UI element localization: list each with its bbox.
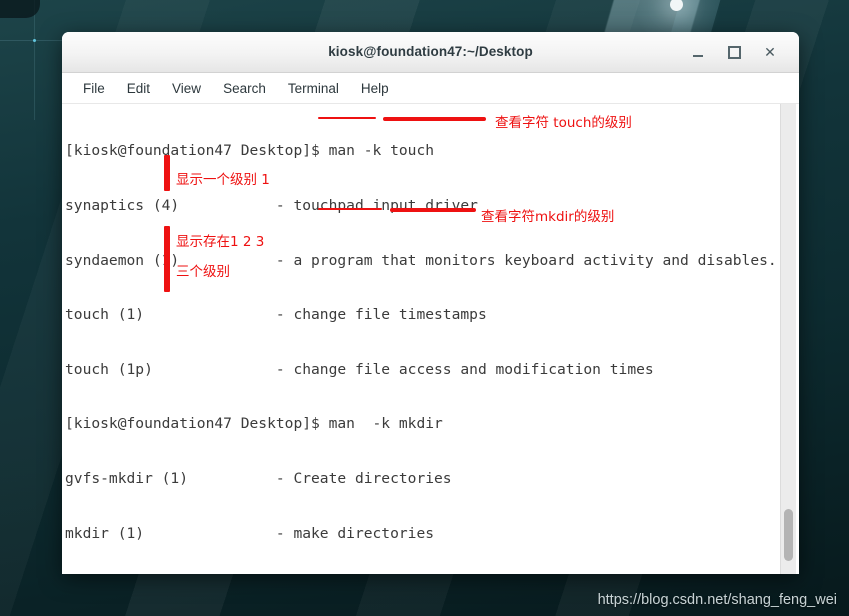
wallpaper-vertical-line: [34, 0, 35, 120]
terminal-line: [kiosk@foundation47 Desktop]$ man -k mkd…: [65, 415, 443, 433]
desktop-corner-badge: [0, 0, 40, 18]
annotation-pointer-touch: [383, 117, 486, 121]
terminal-line: syndaemon (1) - a program that monitors …: [65, 251, 795, 269]
terminal-line: touch (1) - change file timestamps: [65, 306, 487, 324]
menu-item-edit[interactable]: Edit: [116, 78, 161, 99]
annotation-mkdir-level: 查看字符mkdir的级别: [481, 209, 615, 225]
menu-item-search[interactable]: Search: [212, 78, 277, 99]
annotation-exists-123: 显示存在1 2 3: [176, 234, 265, 250]
annotation-pointer-mkdir: [390, 208, 476, 212]
maximize-button[interactable]: [725, 43, 743, 61]
maximize-icon: [727, 46, 741, 59]
watermark: https://blog.csdn.net/shang_feng_wei: [597, 592, 837, 608]
terminal-output: [kiosk@foundation47 Desktop]$ man -k tou…: [65, 106, 795, 574]
terminal-body[interactable]: [kiosk@foundation47 Desktop]$ man -k tou…: [62, 104, 799, 574]
menu-item-terminal[interactable]: Terminal: [277, 78, 350, 99]
close-button[interactable]: ✕: [761, 43, 779, 61]
annotation-one-level: 显示一个级别 1: [176, 172, 270, 188]
terminal-line: synaptics (4) - touchpad input driver: [65, 197, 478, 214]
menu-bar: File Edit View Search Terminal Help: [62, 73, 799, 104]
menu-item-file[interactable]: File: [72, 78, 116, 99]
desktop-background: kiosk@foundation47:~/Desktop ✕ File Edit…: [0, 0, 849, 616]
terminal-scrollbar[interactable]: [780, 104, 796, 574]
annotation-bar-mkdir-group: [164, 226, 170, 292]
wallpaper-accent-dot: [33, 39, 36, 42]
annotation-touch-level: 查看字符 touch的级别: [495, 115, 632, 131]
terminal-line: touch (1p) - change file access and modi…: [65, 360, 654, 378]
menu-item-view[interactable]: View: [161, 78, 212, 99]
minimize-button[interactable]: [689, 43, 707, 61]
terminal-scrollbar-thumb[interactable]: [784, 509, 793, 561]
terminal-line: gvfs-mkdir (1) - Create directories: [65, 469, 452, 487]
terminal-window: kiosk@foundation47:~/Desktop ✕ File Edit…: [62, 32, 799, 574]
window-titlebar[interactable]: kiosk@foundation47:~/Desktop ✕: [62, 32, 799, 73]
terminal-line: [kiosk@foundation47 Desktop]$ man -k tou…: [65, 142, 435, 160]
annotation-bar-touch-group: [164, 155, 170, 191]
annotation-three-levels: 三个级别: [176, 264, 230, 280]
menu-item-help[interactable]: Help: [350, 78, 400, 99]
minimize-icon: [693, 55, 703, 57]
terminal-line: mkdir (1) - make directories: [65, 524, 435, 542]
